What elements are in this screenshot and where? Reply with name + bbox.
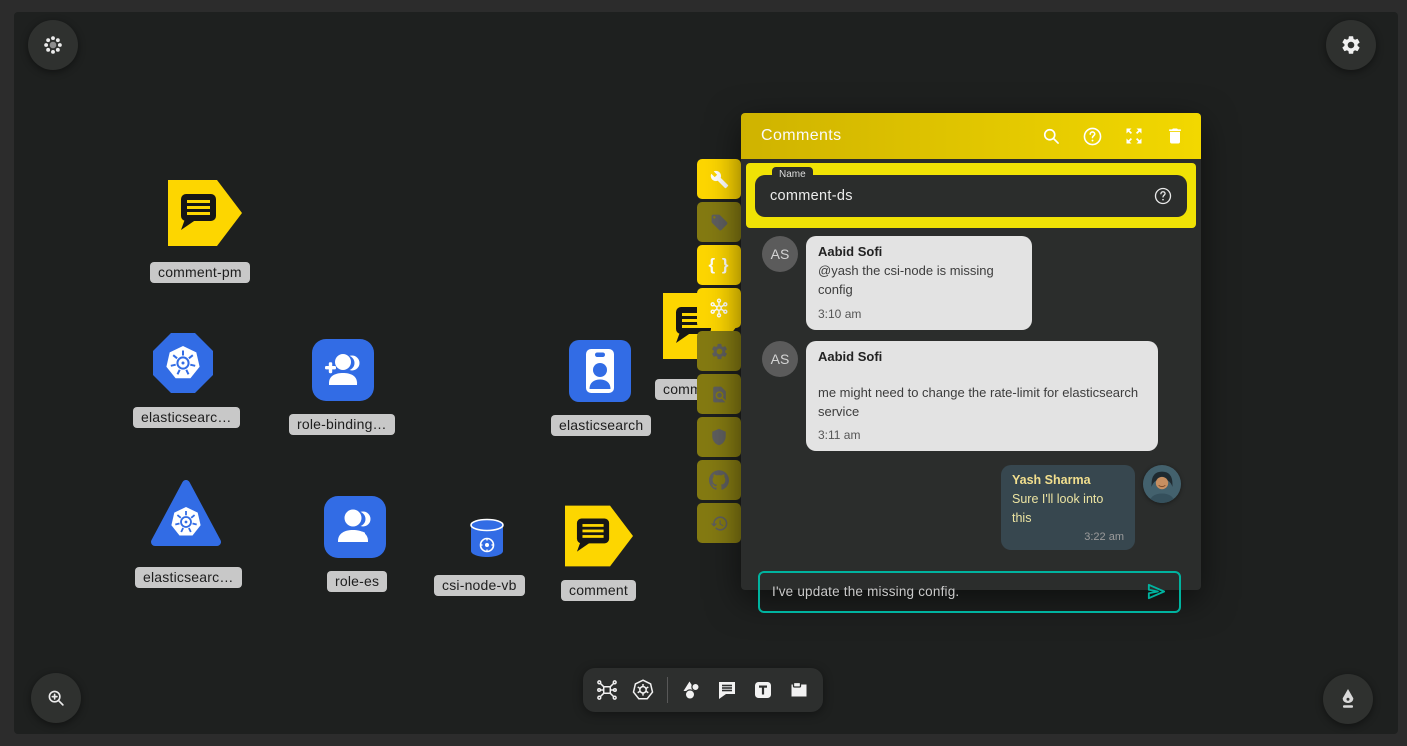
message-author: Aabid Sofi [818,349,1146,364]
help-icon [1082,126,1103,147]
name-field[interactable]: Name [755,175,1187,217]
message-row: AS Aabid Sofi me might need to change th… [762,341,1181,452]
comments-panel-header[interactable]: Comments [741,113,1201,159]
delete-button[interactable] [1165,126,1185,146]
pen-tool-button[interactable] [1323,674,1373,724]
message-author: Yash Sharma [1012,473,1124,487]
text-tool-button[interactable]: T [751,678,775,702]
name-help-button[interactable] [1153,186,1173,206]
avatar [1143,465,1181,503]
history-tool-button[interactable] [697,503,741,543]
trash-icon [1165,126,1185,146]
toolbar-divider [667,677,668,703]
message-bubble: Yash Sharma Sure I'll look into this 3:2… [1001,465,1135,549]
node-elasticsearch-triangle[interactable] [150,480,222,548]
pen-nib-icon [1336,687,1360,711]
components-tool-button[interactable] [595,678,619,702]
node-role-es[interactable] [324,496,386,558]
wrench-tool-button[interactable] [697,159,741,199]
spark-icon [42,34,64,56]
message-author: Aabid Sofi [818,244,1020,259]
settings-button[interactable] [1326,20,1376,70]
zoom-button[interactable] [31,673,81,723]
message-row: Yash Sharma Sure I'll look into this 3:2… [762,465,1181,549]
search-button[interactable] [1041,126,1061,146]
shapes-tool-button[interactable] [680,678,704,702]
comment-input-row [758,571,1181,613]
node-csi-node-vb[interactable] [468,517,506,559]
kubernetes-spark-icon [708,297,730,319]
avatar: AS [762,236,798,272]
shield-icon [710,428,728,446]
node-label-elasticsearch-serviceaccount: elasticsearch [551,415,651,436]
doc-search-icon [710,385,729,404]
tag-tool-button[interactable] [697,202,741,242]
search-icon [1041,126,1061,146]
message-text: Sure I'll look into this [1012,490,1124,526]
message-time: 3:11 am [818,428,1146,442]
name-input[interactable] [770,188,1153,204]
name-field-label: Name [772,167,813,181]
github-tool-button[interactable] [697,460,741,500]
note-icon [787,678,811,702]
shield-tool-button[interactable] [697,417,741,457]
node-role-binding[interactable] [312,339,374,401]
comment-icon [715,678,739,702]
comment-input[interactable] [772,584,1145,599]
github-icon [709,470,729,490]
gear-icon [710,342,729,361]
braces-tool-button[interactable]: { } [697,245,741,285]
expand-button[interactable] [1124,126,1144,146]
note-tool-button[interactable] [787,678,811,702]
help-button[interactable] [1082,126,1103,147]
comments-panel: Comments Name [741,113,1201,590]
message-row: AS Aabid Sofi @yash the csi-node is miss… [762,236,1181,330]
node-elasticsearch-serviceaccount[interactable] [569,340,631,402]
doc-search-tool-button[interactable] [697,374,741,414]
node-comment[interactable] [565,505,633,567]
zoom-in-icon [45,687,67,709]
node-label-role-es: role-es [327,571,387,592]
kubernetes-icon [631,678,655,702]
send-button[interactable] [1145,580,1168,603]
node-label-elasticsearch-triangle: elasticsearc… [135,567,242,588]
shapes-icon [680,678,704,702]
shape-palette-toolbar: T [583,668,823,712]
gear-icon [1340,34,1362,56]
message-time: 3:10 am [818,307,1020,321]
node-action-toolbar: { } [697,159,741,543]
app-window: comment-pm elasticsearc… role-binding… [0,0,1407,746]
message-text: @yash the csi-node is missing config [818,262,1020,300]
comment-tool-button[interactable] [715,678,739,702]
name-field-section: Name [746,163,1196,228]
comments-thread[interactable]: AS Aabid Sofi @yash the csi-node is miss… [741,228,1201,550]
app-menu-button[interactable] [28,20,78,70]
kubernetes-tool-button[interactable] [697,288,741,328]
user-photo [1143,465,1181,503]
help-icon [1153,186,1173,206]
message-text: me might need to change the rate-limit f… [818,384,1146,422]
components-icon [595,678,619,702]
text-tool-icon [751,678,775,702]
avatar: AS [762,341,798,377]
kubernetes-palette-button[interactable] [631,678,655,702]
message-time: 3:22 am [1012,531,1124,543]
tag-icon [710,213,729,232]
node-label-comment-pm: comment-pm [150,262,250,283]
send-icon [1145,580,1168,603]
node-label-role-binding: role-binding… [289,414,395,435]
history-icon [710,514,729,533]
expand-icon [1124,126,1144,146]
node-label-comment: comment [561,580,636,601]
wrench-icon [710,170,729,189]
node-label-elasticsearch-octagon: elasticsearc… [133,407,240,428]
message-bubble: Aabid Sofi @yash the csi-node is missing… [806,236,1032,330]
braces-icon: { } [709,255,730,275]
node-elasticsearch-octagon[interactable] [152,332,214,394]
message-bubble: Aabid Sofi me might need to change the r… [806,341,1158,452]
node-comment-pm[interactable] [168,180,242,246]
panel-title: Comments [761,127,1041,145]
node-label-csi-node-vb: csi-node-vb [434,575,525,596]
settings-tool-button[interactable] [697,331,741,371]
